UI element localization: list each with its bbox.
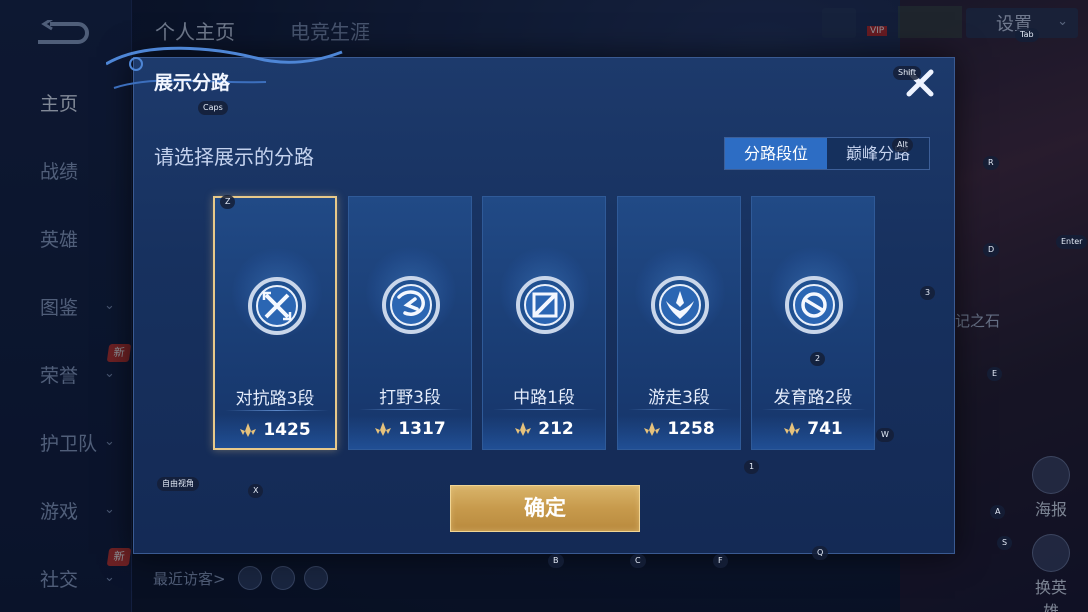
- key-hint-f: F: [713, 554, 728, 568]
- display-lane-dialog: 展示分路 请选择展示的分路 分路段位 巅峰分路 对抗路3段 1425 打野3段 …: [106, 46, 955, 554]
- score-row: 1425: [215, 420, 335, 440]
- key-hint-q: Q: [812, 546, 829, 560]
- divider: [762, 409, 866, 410]
- lane-rank-label: 中路1段: [513, 388, 575, 408]
- key-hint-tab: Tab: [1015, 28, 1039, 42]
- divider: [628, 409, 732, 410]
- peak-points-icon: [644, 422, 661, 436]
- dragon-emblem-icon: [382, 276, 440, 334]
- dialog-subtitle: 请选择展示的分路: [154, 145, 314, 169]
- staff-emblem-icon: [516, 276, 574, 334]
- lane-rank-label: 游走3段: [648, 388, 710, 408]
- key-hint-shift: Shift: [893, 66, 922, 80]
- lane-card-mid[interactable]: 中路1段 212: [482, 196, 606, 450]
- score-row: 741: [752, 419, 874, 439]
- key-hint-s: S: [997, 536, 1013, 550]
- target-emblem-icon: [785, 276, 843, 334]
- lane-score: 741: [807, 419, 843, 439]
- lane-score: 1258: [667, 419, 715, 439]
- confirm-button[interactable]: 确定: [450, 485, 640, 532]
- lane-score: 1317: [398, 419, 446, 439]
- lane-rank-label: 打野3段: [379, 388, 441, 408]
- key-hint-3: 3: [920, 286, 936, 300]
- wings-emblem-icon: [651, 276, 709, 334]
- lane-rank-label: 对抗路3段: [235, 389, 315, 409]
- tab-lane-rank[interactable]: 分路段位: [725, 138, 827, 169]
- key-hint-e: E: [987, 367, 1003, 381]
- key-hint-alt: Alt: [892, 138, 913, 152]
- peak-points-icon: [515, 422, 532, 436]
- divider: [359, 409, 463, 410]
- lane-card-top[interactable]: 对抗路3段 1425: [213, 196, 337, 450]
- key-hint-enter: Enter: [1056, 235, 1088, 249]
- score-row: 212: [483, 419, 605, 439]
- swords-emblem-icon: [248, 277, 306, 335]
- peak-points-icon: [240, 423, 257, 437]
- key-hint-r: R: [983, 156, 999, 170]
- key-hint-caps: Caps: [198, 101, 228, 115]
- key-hint-free-view: 自由视角: [157, 477, 199, 491]
- tab-peak-lane[interactable]: 巅峰分路: [827, 138, 929, 169]
- dialog-title: 展示分路: [154, 72, 231, 94]
- key-hint-c: C: [630, 554, 646, 568]
- lane-card-roam[interactable]: 游走3段 1258: [617, 196, 741, 450]
- score-row: 1258: [618, 419, 740, 439]
- key-hint-b: B: [548, 554, 564, 568]
- score-row: 1317: [349, 419, 471, 439]
- key-hint-1: 1: [744, 460, 760, 474]
- key-hint-w: W: [876, 428, 894, 442]
- peak-points-icon: [375, 422, 392, 436]
- key-hint-d: D: [983, 243, 1000, 257]
- lane-card-jungle[interactable]: 打野3段 1317: [348, 196, 472, 450]
- divider: [225, 410, 329, 411]
- lane-card-list: 对抗路3段 1425 打野3段 1317 中路1段 212 游走3段 1258 …: [213, 196, 877, 452]
- lane-card-bot[interactable]: 发育路2段 741: [751, 196, 875, 450]
- lane-score: 212: [538, 419, 574, 439]
- divider: [493, 409, 597, 410]
- lane-rank-label: 发育路2段: [773, 388, 853, 408]
- peak-points-icon: [784, 422, 801, 436]
- lane-score: 1425: [263, 420, 311, 440]
- key-hint-2: 2: [810, 352, 826, 366]
